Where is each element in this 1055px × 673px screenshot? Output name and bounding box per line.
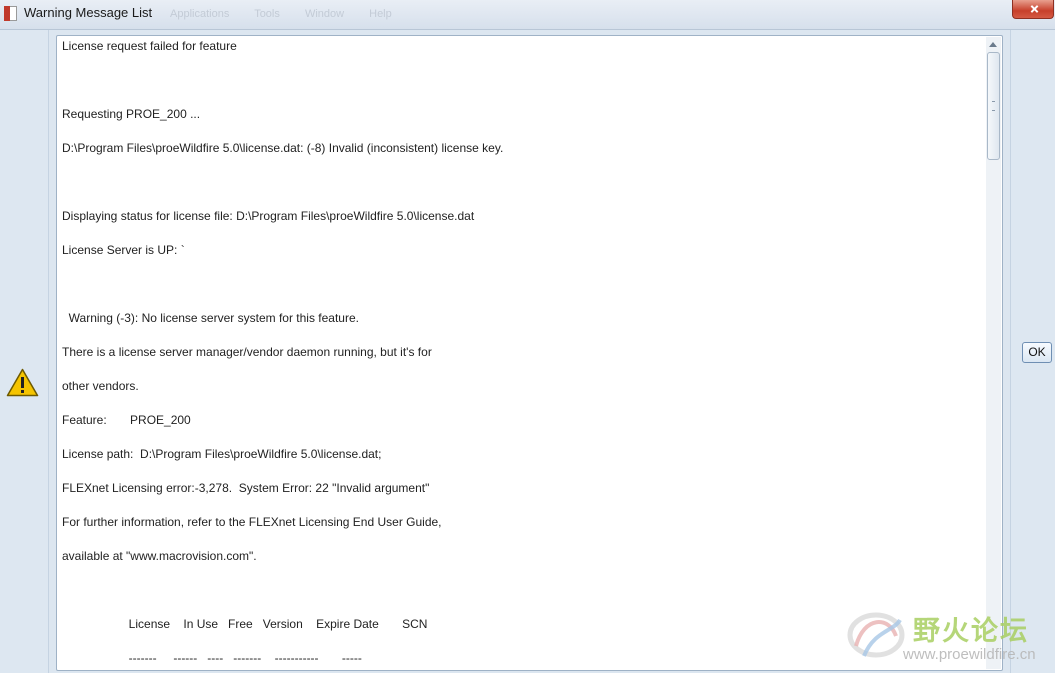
message-list: License request failed for feature Reque… [62,36,982,670]
ghost-menu-item: Applications [170,8,230,20]
ghost-menu-item: Window [304,8,345,20]
scroll-grip-icon [992,101,995,111]
message-line: FLEXnet Licensing error:-3,278. System E… [62,481,430,495]
scrollbar-thumb[interactable] [987,52,1000,160]
left-icon-strip [0,30,49,673]
watermark-text: 野火论坛 [913,616,1029,647]
background-menu-ghost: Applications Tools Window Help [170,8,414,20]
ghost-menu-item: Tools [254,8,280,20]
message-line: There is a license server manager/vendor… [62,345,432,359]
ok-button[interactable]: OK [1022,342,1052,363]
message-line: Warning (-3): No license server system f… [62,311,359,325]
watermark-logo-icon [847,612,905,658]
watermark-url: www.proewildfire.cn [903,646,1036,663]
message-line: For further information, refer to the FL… [62,515,442,529]
ghost-menu-item: Help [369,8,392,20]
message-line [62,274,982,308]
message-line: License Server is UP: ` [62,243,185,257]
message-line [62,70,982,104]
app-icon [4,6,17,21]
message-list-panel[interactable]: License request failed for feature Reque… [56,35,1003,671]
message-line [62,172,982,206]
message-line: License request failed for feature [62,39,237,53]
close-icon[interactable] [1012,0,1054,19]
message-line: D:\Program Files\proeWildfire 5.0\licens… [62,141,504,155]
warning-triangle-icon [6,368,39,397]
window-title: Warning Message List [24,5,153,20]
vertical-scrollbar[interactable] [986,37,1001,669]
message-line: Requesting PROE_200 ... [62,107,201,121]
title-bar: Warning Message List Applications Tools … [0,0,1055,30]
message-line: Feature: PROE_200 [62,413,191,427]
message-line: License path: D:\Program Files\proeWildf… [62,447,382,461]
message-line: other vendors. [62,379,139,393]
message-line: Displaying status for license file: D:\P… [62,209,475,223]
scroll-up-arrow-icon[interactable] [989,42,997,47]
message-line: available at "www.macrovision.com". [62,549,257,563]
